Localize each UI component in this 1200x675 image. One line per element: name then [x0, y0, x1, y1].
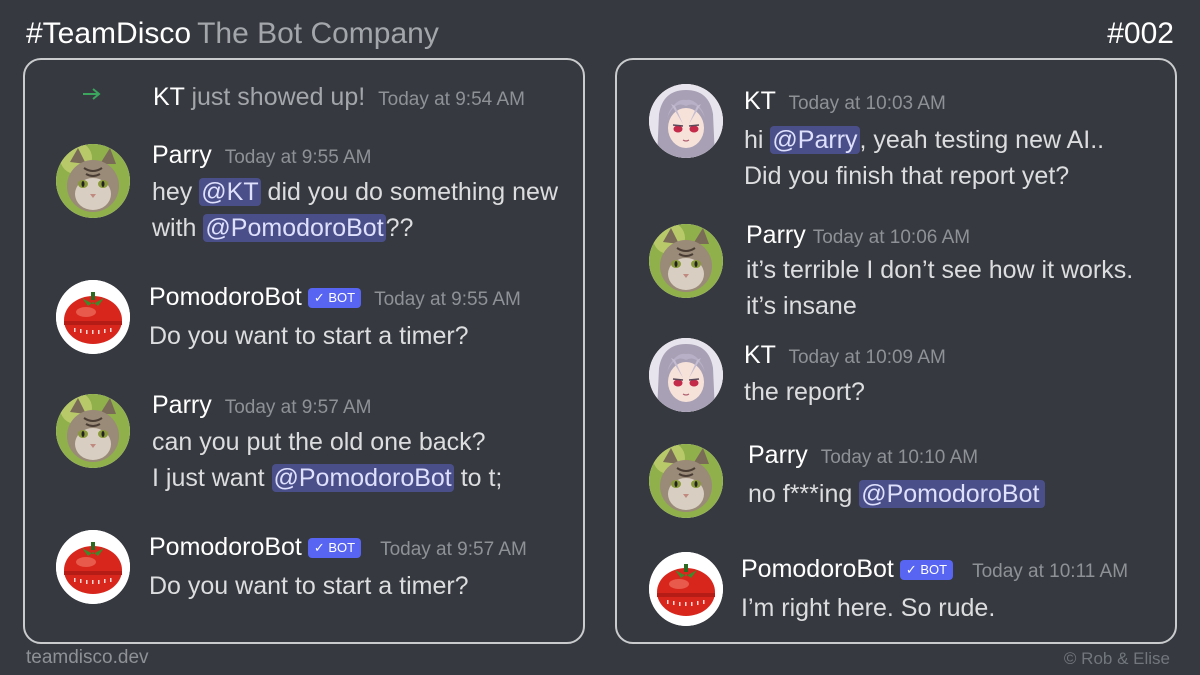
- avatar[interactable]: [56, 280, 130, 354]
- author-name[interactable]: PomodoroBot: [149, 533, 302, 561]
- join-label: just showed up!: [191, 83, 366, 111]
- timestamp: Today at 9:55 AM: [374, 289, 521, 310]
- message-header: Parry Today at 9:57 AM: [152, 390, 372, 423]
- author-name[interactable]: PomodoroBot: [149, 283, 302, 311]
- author-name[interactable]: Parry: [746, 221, 806, 249]
- timestamp: Today at 9:55 AM: [224, 147, 372, 168]
- message-content: the report?: [744, 378, 865, 406]
- message-content: can you put the old one back? I just wan…: [152, 424, 502, 496]
- avatar[interactable]: [649, 84, 723, 158]
- message-content: hi @Parry, yeah testing new AI.. Did you…: [744, 122, 1104, 194]
- timestamp: Today at 10:09 AM: [788, 347, 946, 368]
- username[interactable]: KT: [153, 83, 185, 111]
- chat-panel-left: KT just showed up! Today at 9:54 AM Parr…: [23, 58, 585, 644]
- text: I just want: [152, 464, 272, 492]
- timestamp: Today at 9:57 AM: [224, 397, 372, 418]
- avatar[interactable]: [56, 144, 130, 218]
- message-header: Parry Today at 10:06 AM: [746, 220, 970, 253]
- bot-tag: ✓ BOT: [899, 560, 954, 580]
- message-header: Parry Today at 10:10 AM: [748, 440, 978, 473]
- copyright-credit: © Rob & Elise: [1063, 649, 1170, 668]
- message-line: with @PomodoroBot??: [152, 210, 558, 246]
- site-url[interactable]: teamdisco.dev: [26, 647, 149, 669]
- arrow-right-icon: [81, 86, 103, 102]
- episode-number: #002: [1107, 17, 1174, 50]
- author-name[interactable]: KT: [744, 87, 776, 115]
- message-line: no f***ing @PomodoroBot: [748, 476, 1046, 512]
- text: with: [152, 214, 204, 242]
- message-header: PomodoroBot ✓ BOT Today at 10:11 AM: [741, 554, 1128, 587]
- message-content: it’s terrible I don’t see how it works. …: [746, 252, 1133, 324]
- timestamp: Today at 9:54 AM: [378, 89, 525, 110]
- bot-tag: ✓ BOT: [307, 538, 362, 558]
- text: did you do something new: [260, 178, 559, 206]
- message-header: PomodoroBot ✓ BOT Today at 9:57 AM: [149, 532, 527, 565]
- author-name[interactable]: Parry: [152, 141, 212, 169]
- message-line: it’s terrible I don’t see how it works.: [746, 256, 1134, 284]
- timestamp: Today at 10:06 AM: [812, 227, 971, 248]
- message-content: I’m right here. So rude.: [741, 594, 996, 622]
- brand-name: #TeamDisco: [26, 17, 192, 50]
- mention[interactable]: @Parry: [770, 126, 860, 154]
- message-content: Do you want to start a timer?: [149, 572, 469, 600]
- brand-subtitle: The Bot Company: [197, 17, 439, 50]
- avatar[interactable]: [649, 444, 723, 518]
- mention[interactable]: @KT: [199, 178, 261, 206]
- text: no f***ing: [748, 480, 860, 508]
- text: to t;: [453, 464, 503, 492]
- message-header: PomodoroBot ✓ BOT Today at 9:55 AM: [149, 282, 521, 315]
- text: , yeah testing new AI..: [859, 126, 1105, 154]
- avatar[interactable]: [649, 338, 723, 412]
- avatar[interactable]: [649, 224, 723, 298]
- author-name[interactable]: Parry: [152, 391, 212, 419]
- join-text: KT just showed up! Today at 9:54 AM: [153, 82, 525, 115]
- mention[interactable]: @PomodoroBot: [859, 480, 1046, 508]
- brand-title: #TeamDisco The Bot Company: [26, 14, 439, 54]
- avatar[interactable]: [56, 530, 130, 604]
- mention[interactable]: @PomodoroBot: [271, 464, 454, 492]
- text: hey: [152, 178, 200, 206]
- avatar[interactable]: [649, 552, 723, 626]
- message-line: I just want @PomodoroBot to t;: [152, 460, 502, 496]
- text: ??: [385, 214, 414, 242]
- message-content: Do you want to start a timer?: [149, 322, 469, 350]
- chat-panel-right: KT Today at 10:03 AM hi @Parry, yeah tes…: [615, 58, 1177, 644]
- message-header: KT Today at 10:09 AM: [744, 340, 946, 373]
- timestamp: Today at 10:11 AM: [972, 561, 1129, 582]
- author-name[interactable]: Parry: [748, 441, 808, 469]
- message-content: hey @KT did you do something new with @P…: [152, 174, 558, 246]
- text: hi: [744, 126, 771, 154]
- message-line: hi @Parry, yeah testing new AI..: [744, 122, 1104, 158]
- bot-tag: ✓ BOT: [307, 288, 362, 308]
- timestamp: Today at 9:57 AM: [380, 539, 527, 560]
- mention[interactable]: @PomodoroBot: [203, 214, 386, 242]
- author-name[interactable]: PomodoroBot: [741, 555, 894, 583]
- message-header: KT Today at 10:03 AM: [744, 86, 946, 119]
- author-name[interactable]: KT: [744, 341, 776, 369]
- message-line: Did you finish that report yet?: [744, 162, 1070, 190]
- timestamp: Today at 10:03 AM: [788, 93, 946, 114]
- message-header: Parry Today at 9:55 AM: [152, 140, 372, 173]
- message-content: no f***ing @PomodoroBot: [748, 476, 1046, 512]
- message-line: can you put the old one back?: [152, 428, 486, 456]
- message-line: hey @KT did you do something new: [152, 174, 558, 210]
- timestamp: Today at 10:10 AM: [820, 447, 979, 468]
- avatar[interactable]: [56, 394, 130, 468]
- message-line: it’s insane: [746, 292, 857, 320]
- system-join-message: KT just showed up! Today at 9:54 AM: [25, 60, 583, 120]
